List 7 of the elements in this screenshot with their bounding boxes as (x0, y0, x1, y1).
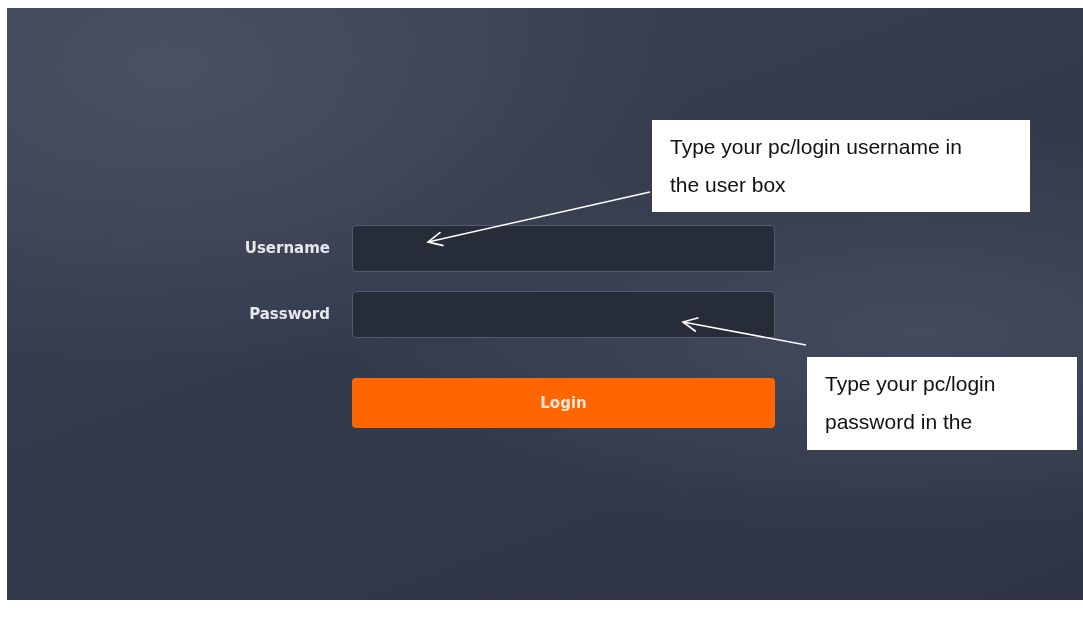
callout-note: Type your pc/login password in the (807, 357, 1077, 450)
input-field[interactable] (352, 290, 775, 338)
field-label: Username (244, 239, 330, 257)
input-field[interactable] (352, 224, 775, 272)
field-label: Password (249, 305, 330, 323)
login-button[interactable]: Login (352, 378, 775, 428)
callout-note: Type your pc/login username in the user box (652, 120, 1030, 212)
